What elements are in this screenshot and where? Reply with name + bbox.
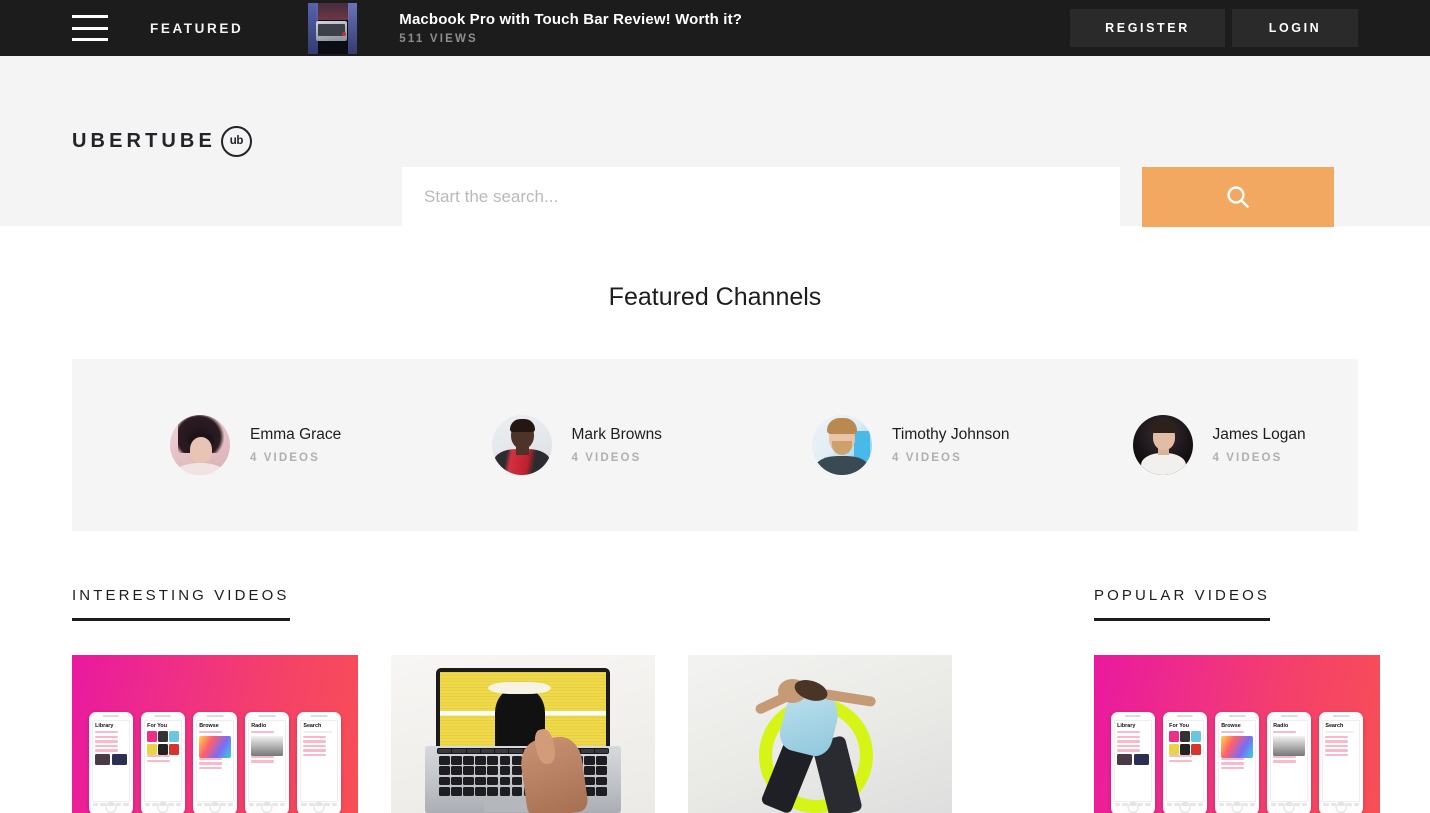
site-logo[interactable]: UBERTUBE ub — [72, 125, 252, 157]
featured-video-thumbnail — [308, 2, 358, 54]
popular-videos-heading: POPULAR VIDEOS — [1094, 587, 1270, 621]
video-card[interactable]: Library For You Browse Radio Search — [1094, 655, 1380, 813]
interesting-videos-heading: INTERESTING VIDEOS — [72, 587, 290, 621]
video-card[interactable]: Library For You Browse Radio Search — [72, 655, 358, 813]
featured-channels-panel: Emma Grace 4 VIDEOS Mark Browns 4 VIDEOS… — [72, 359, 1358, 531]
avatar — [1132, 415, 1193, 475]
search-band: UBERTUBE ub — [0, 56, 1430, 227]
avatar — [170, 415, 230, 475]
channel-video-count: 4 VIDEOS — [1212, 451, 1283, 464]
search-container — [402, 167, 1334, 227]
search-input[interactable] — [402, 167, 1120, 227]
video-thumbnail — [688, 655, 952, 813]
popular-videos-grid: Library For You Browse Radio Search — [1094, 655, 1380, 813]
channel-card[interactable]: Emma Grace 4 VIDEOS — [72, 415, 396, 475]
channel-video-count: 4 VIDEOS — [571, 451, 642, 464]
channel-video-count: 4 VIDEOS — [892, 451, 962, 464]
featured-video-item[interactable]: Macbook Pro with Touch Bar Review! Worth… — [308, 2, 743, 54]
top-bar: FEATURED Macbook Pro with Touch Bar Revi… — [0, 0, 1430, 56]
video-thumbnail: Library For You Browse Radio Search — [72, 655, 358, 813]
video-card[interactable] — [688, 655, 952, 813]
avatar — [812, 415, 872, 475]
popular-videos-column: POPULAR VIDEOS Library For You Browse Ra… — [1044, 587, 1380, 813]
featured-label: FEATURED — [150, 20, 244, 36]
video-card[interactable] — [391, 655, 655, 813]
featured-video-title: Macbook Pro with Touch Bar Review! Worth… — [399, 10, 743, 28]
auth-actions: REGISTER LOGIN — [1070, 0, 1358, 56]
channel-card[interactable]: James Logan 4 VIDEOS — [1038, 415, 1359, 475]
channel-name: Emma Grace — [250, 426, 342, 444]
search-icon — [1227, 186, 1249, 208]
interesting-videos-column: INTERESTING VIDEOS Library For You Brows… — [72, 587, 997, 813]
hamburger-bar — [72, 15, 108, 18]
channel-card[interactable]: Mark Browns 4 VIDEOS — [396, 415, 718, 475]
channel-name: Timothy Johnson — [892, 426, 1010, 444]
interesting-videos-grid: Library For You Browse Radio Search — [72, 655, 997, 813]
hamburger-bar — [72, 26, 108, 30]
channel-video-count: 4 VIDEOS — [250, 451, 320, 464]
channel-name: Mark Browns — [571, 426, 662, 444]
featured-channels-title: Featured Channels — [608, 283, 822, 311]
featured-video-views: 511 VIEWS — [399, 33, 478, 46]
channel-name: James Logan — [1212, 426, 1306, 444]
logo-badge-icon: ub — [220, 125, 252, 157]
video-thumbnail: Library For You Browse Radio Search — [1094, 655, 1380, 813]
register-button[interactable]: REGISTER — [1070, 9, 1225, 47]
hamburger-icon[interactable] — [72, 15, 108, 41]
avatar — [491, 415, 552, 475]
logo-wordmark: UBERTUBE — [72, 129, 216, 152]
search-button[interactable] — [1142, 167, 1334, 227]
video-sections: INTERESTING VIDEOS Library For You Brows… — [72, 587, 1380, 813]
login-button[interactable]: LOGIN — [1232, 9, 1358, 47]
channel-card[interactable]: Timothy Johnson 4 VIDEOS — [717, 415, 1038, 475]
video-thumbnail — [391, 655, 655, 813]
hamburger-bar — [72, 38, 108, 41]
